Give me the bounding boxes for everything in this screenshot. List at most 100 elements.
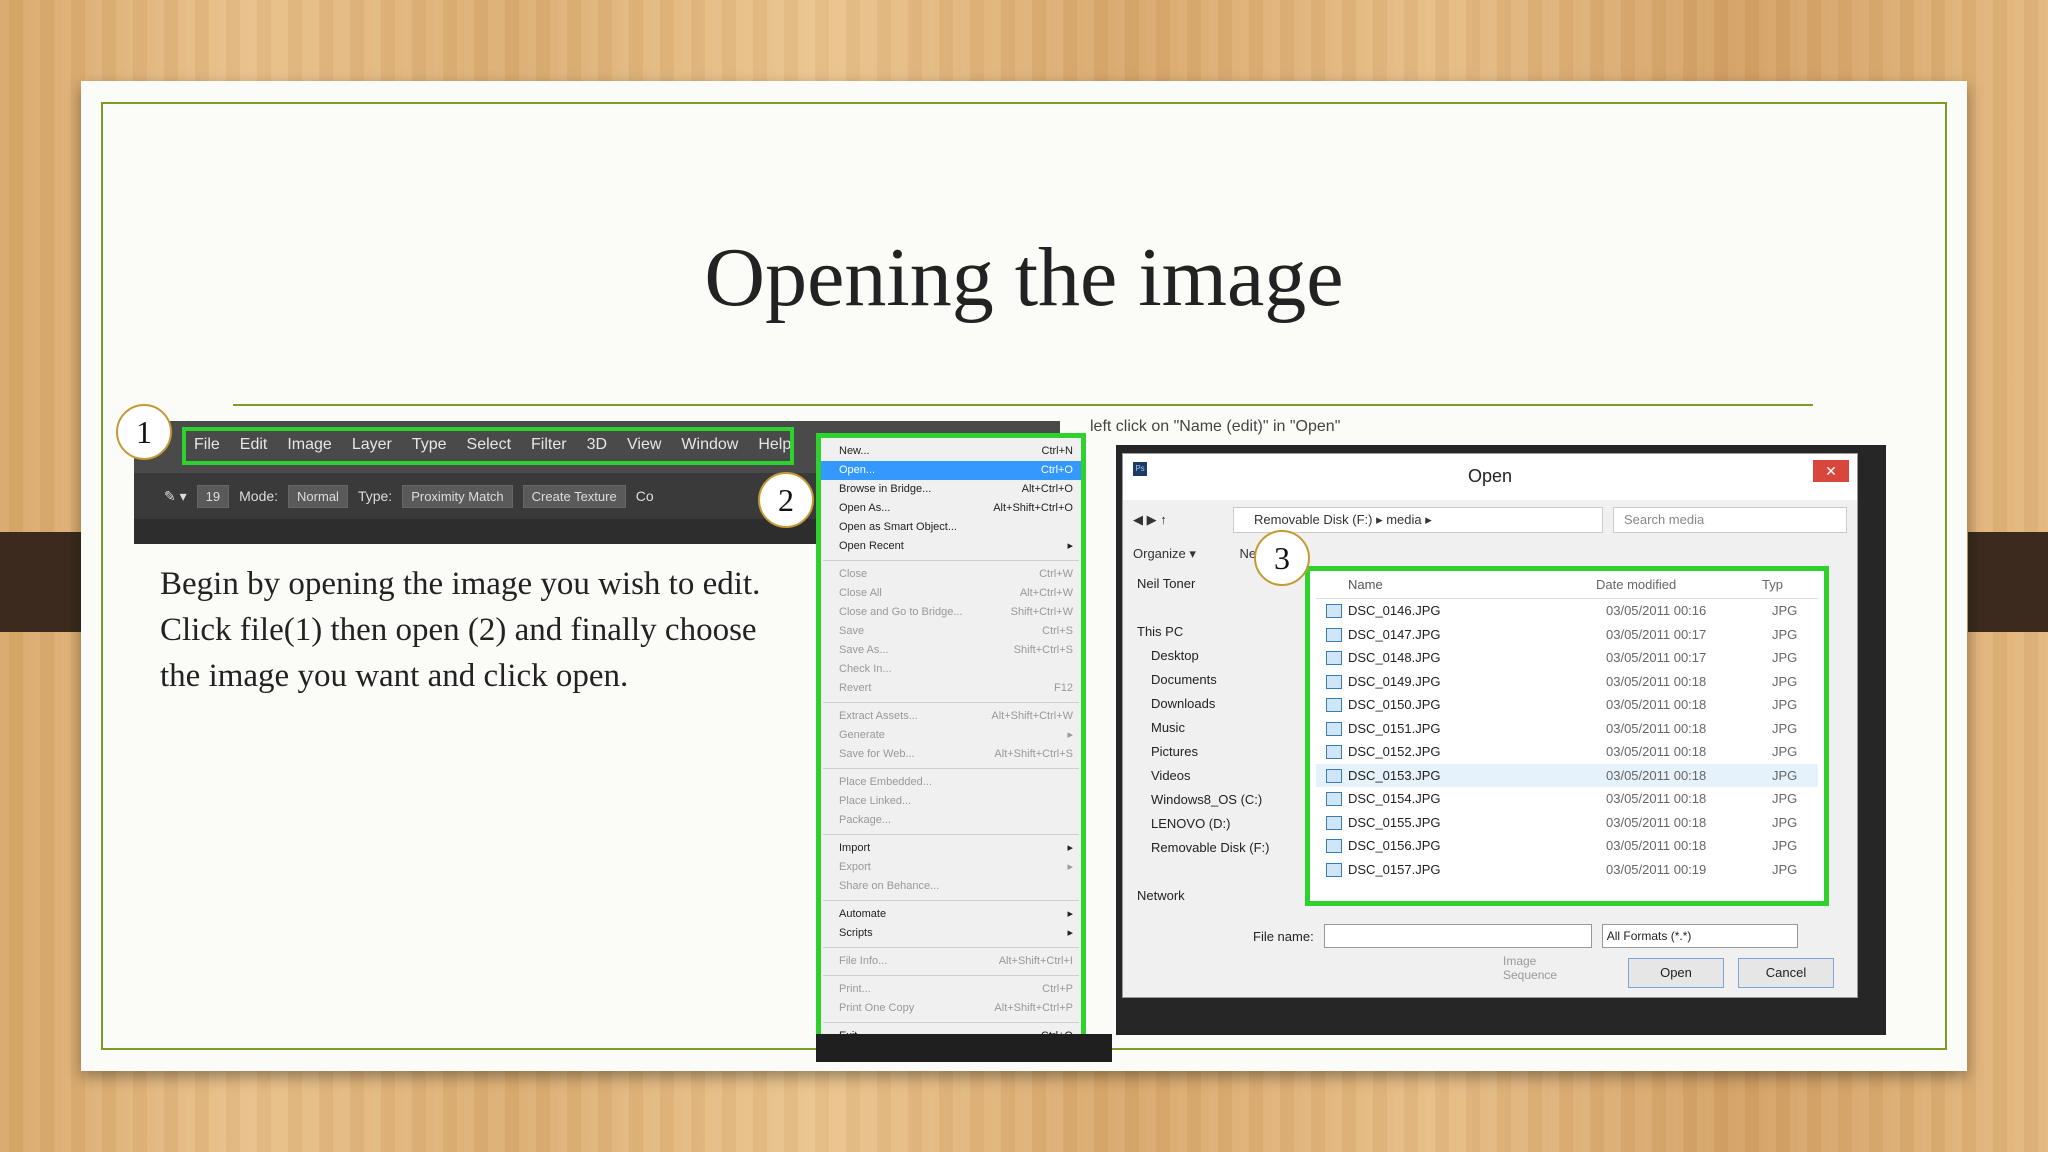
close-button[interactable]: ✕: [1813, 460, 1849, 482]
menu-item-shortcut: ▸: [1067, 729, 1073, 741]
file-menu-item[interactable]: Save As... Shift+Ctrl+S: [821, 641, 1081, 660]
file-menu-item[interactable]: Export ▸: [821, 858, 1081, 877]
file-row[interactable]: DSC_0150.JPG 03/05/2011 00:18 JPG: [1316, 693, 1818, 717]
image-file-icon: [1326, 815, 1342, 830]
search-input[interactable]: Search media: [1613, 507, 1847, 533]
file-menu-item[interactable]: Open... Ctrl+O: [821, 461, 1081, 480]
nav-item: [1133, 596, 1313, 620]
menu-item-label: New...: [839, 445, 870, 457]
slide-title: Opening the image: [704, 231, 1344, 324]
menu-item-shortcut: ▸: [1067, 540, 1073, 552]
image-file-icon: [1326, 604, 1342, 618]
file-menu-item[interactable]: Package...: [821, 811, 1081, 830]
file-type: JPG: [1772, 603, 1798, 618]
type-label: Type:: [357, 488, 393, 504]
filename-input[interactable]: [1323, 924, 1592, 948]
file-menu-item[interactable]: Print... Ctrl+P: [821, 980, 1081, 999]
file-date: 03/05/2011 00:18: [1606, 814, 1707, 830]
file-menu-item[interactable]: Check In...: [821, 660, 1081, 679]
file-menu-item[interactable]: Open As... Alt+Shift+Ctrl+O: [821, 499, 1081, 518]
file-name: DSC_0149.JPG: [1348, 673, 1441, 689]
nav-item[interactable]: Downloads: [1133, 692, 1313, 716]
menu-item-label: Close: [839, 568, 868, 580]
file-row[interactable]: DSC_0155.JPG 03/05/2011 00:18 JPG: [1316, 811, 1818, 835]
filename-label: File name:: [1253, 928, 1314, 944]
cancel-button[interactable]: Cancel: [1738, 958, 1834, 988]
file-menu-item[interactable]: Generate ▸: [821, 726, 1081, 745]
organize-button[interactable]: Organize ▾: [1133, 546, 1196, 561]
file-row[interactable]: DSC_0148.JPG 03/05/2011 00:17 JPG: [1316, 646, 1818, 670]
open-button[interactable]: Open: [1628, 958, 1724, 988]
back-forward-icon[interactable]: ◀ ▶ ↑: [1133, 512, 1167, 528]
file-row[interactable]: DSC_0156.JPG 03/05/2011 00:18 JPG: [1316, 834, 1818, 858]
file-menu-item[interactable]: Share on Behance...: [821, 877, 1081, 896]
nav-item[interactable]: Desktop: [1133, 644, 1313, 668]
file-menu-item[interactable]: Browse in Bridge... Alt+Ctrl+O: [821, 480, 1081, 499]
nav-item[interactable]: Windows8_OS (C:): [1133, 788, 1313, 812]
file-list: Name Date modified Typ DSC_0146.JPG 03/05…: [1305, 566, 1829, 906]
file-menu-item[interactable]: File Info... Alt+Shift+Ctrl+I: [821, 952, 1081, 971]
menu-item-shortcut: Alt+Ctrl+W: [1019, 587, 1073, 599]
menu-item-label: Import: [839, 842, 871, 854]
title-rule: [233, 404, 1813, 406]
file-menu-item[interactable]: Revert F12: [821, 679, 1081, 698]
menu-item-label: Close All: [839, 587, 882, 599]
file-row[interactable]: DSC_0154.JPG 03/05/2011 00:18 JPG: [1316, 787, 1818, 811]
file-name: DSC_0157.JPG: [1348, 861, 1441, 877]
file-menu-item[interactable]: Close All Alt+Ctrl+W: [821, 584, 1081, 603]
file-menu-item[interactable]: Save for Web... Alt+Shift+Ctrl+S: [821, 745, 1081, 764]
file-menu-item[interactable]: Automate ▸: [821, 905, 1081, 924]
file-menu-item[interactable]: Print One Copy Alt+Shift+Ctrl+P: [821, 999, 1081, 1018]
file-date: 03/05/2011 00:17: [1606, 650, 1707, 665]
column-name[interactable]: Name: [1316, 571, 1596, 598]
nav-item[interactable]: Videos: [1133, 764, 1313, 788]
file-name: DSC_0147.JPG: [1348, 626, 1441, 642]
file-row[interactable]: DSC_0157.JPG 03/05/2011 00:19 JPG: [1316, 858, 1818, 882]
file-menu-item[interactable]: Close Ctrl+W: [821, 565, 1081, 584]
column-type[interactable]: Typ: [1762, 571, 1802, 598]
file-date: 03/05/2011 00:18: [1606, 838, 1707, 853]
mode-select[interactable]: Normal: [288, 484, 348, 508]
file-menu-item[interactable]: New... Ctrl+N: [821, 442, 1081, 461]
file-row[interactable]: DSC_0146.JPG 03/05/2011 00:16 JPG: [1316, 599, 1818, 623]
file-menu-item[interactable]: Scripts ▸: [821, 924, 1081, 943]
nav-item[interactable]: Music: [1133, 716, 1313, 740]
file-date: 03/05/2011 00:17: [1606, 626, 1707, 642]
nav-item[interactable]: LENOVO (D:): [1133, 812, 1313, 836]
menu-item-label: Open Recent: [839, 540, 904, 552]
brush-size[interactable]: 19: [196, 484, 230, 508]
options-more: Co: [635, 488, 654, 504]
file-menu-item[interactable]: Open Recent ▸: [821, 537, 1081, 556]
file-menu-item[interactable]: Save Ctrl+S: [821, 622, 1081, 641]
brush-icon[interactable]: ✎ ▾: [164, 488, 187, 505]
file-row[interactable]: DSC_0149.JPG 03/05/2011 00:18 JPG: [1316, 670, 1818, 694]
file-menu-item[interactable]: Extract Assets... Alt+Shift+Ctrl+W: [821, 707, 1081, 726]
type-texture-button[interactable]: Create Texture: [522, 484, 626, 508]
image-sequence-checkbox[interactable]: Image Sequence: [1503, 954, 1563, 982]
format-select[interactable]: All Formats (*.*): [1601, 924, 1798, 948]
file-menu-item[interactable]: Open as Smart Object...: [821, 518, 1081, 537]
file-row[interactable]: DSC_0147.JPG 03/05/2011 00:17 JPG: [1316, 623, 1818, 647]
file-menu-item[interactable]: Import ▸: [821, 839, 1081, 858]
address-bar[interactable]: Removable Disk (F:) ▸ media ▸: [1233, 507, 1603, 533]
file-menu-item[interactable]: Close and Go to Bridge... Shift+Ctrl+W: [821, 603, 1081, 622]
file-type: JPG: [1772, 861, 1798, 877]
menu-item-shortcut: ▸: [1067, 861, 1073, 873]
menu-item-shortcut: ▸: [1067, 842, 1073, 854]
file-row[interactable]: DSC_0151.JPG 03/05/2011 00:18 JPG: [1316, 717, 1818, 741]
menu-separator: [823, 975, 1079, 976]
nav-item[interactable]: Removable Disk (F:): [1133, 836, 1313, 860]
nav-item[interactable]: Network: [1133, 884, 1313, 908]
file-row[interactable]: DSC_0152.JPG 03/05/2011 00:18 JPG: [1316, 740, 1818, 764]
column-date[interactable]: Date modified: [1596, 571, 1762, 598]
menu-item-label: Save for Web...: [839, 748, 915, 760]
dialog-titlebar: Ps Open ✕: [1123, 454, 1857, 500]
file-menu-item[interactable]: Place Embedded...: [821, 773, 1081, 792]
nav-item[interactable]: Documents: [1133, 668, 1313, 692]
nav-item[interactable]: Pictures: [1133, 740, 1313, 764]
nav-item[interactable]: This PC: [1133, 620, 1313, 644]
file-row[interactable]: DSC_0153.JPG 03/05/2011 00:18 JPG: [1316, 763, 1818, 787]
file-menu-item[interactable]: Place Linked...: [821, 792, 1081, 811]
type-proximity-button[interactable]: Proximity Match: [402, 484, 513, 508]
file-type: JPG: [1772, 673, 1798, 689]
